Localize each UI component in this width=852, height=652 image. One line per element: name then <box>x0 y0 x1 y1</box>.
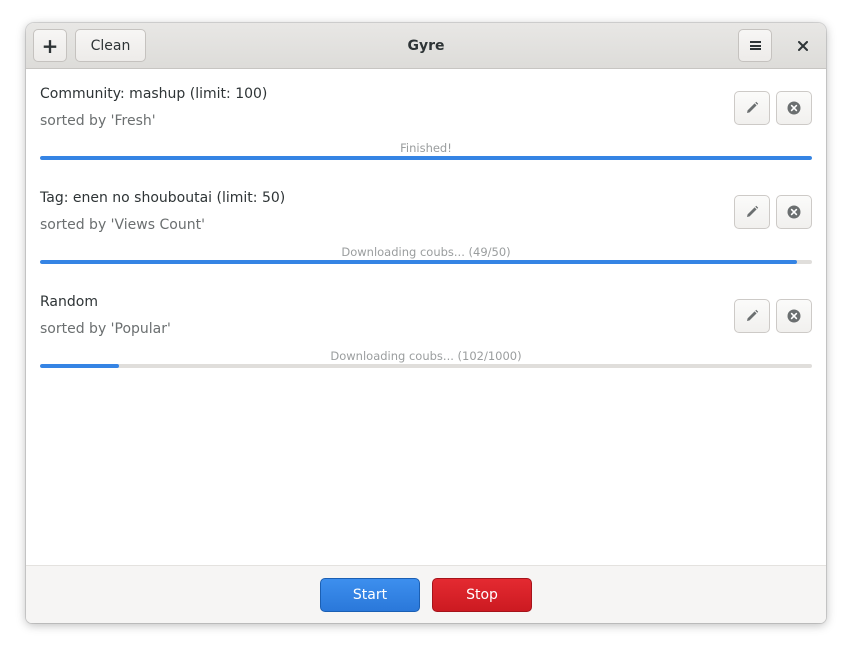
task-title: Tag: enen no shouboutai (limit: 50) <box>40 190 286 206</box>
pencil-icon <box>747 205 759 217</box>
edit-button[interactable] <box>734 91 770 125</box>
remove-button[interactable] <box>776 91 812 125</box>
task-progress-fill <box>40 260 797 264</box>
task-progress-bar <box>40 156 812 160</box>
action-bar: Start Stop <box>26 565 826 623</box>
task-progress-bar <box>40 364 812 368</box>
edit-button[interactable] <box>734 195 770 229</box>
task-item: Community: mashup (limit: 100) sorted by… <box>40 69 812 173</box>
stop-button[interactable]: Stop <box>432 578 532 612</box>
task-item: Tag: enen no shouboutai (limit: 50) sort… <box>40 173 812 277</box>
remove-circle-icon <box>787 205 801 219</box>
task-progress-bar <box>40 260 812 264</box>
task-progress-fill <box>40 364 119 368</box>
edit-button[interactable] <box>734 299 770 333</box>
pencil-icon <box>747 101 759 113</box>
pencil-icon <box>747 309 759 321</box>
start-button[interactable]: Start <box>320 578 420 612</box>
task-status: Downloading coubs... (49/50) <box>341 245 511 259</box>
close-icon <box>798 40 808 51</box>
task-list: Community: mashup (limit: 100) sorted by… <box>26 69 826 565</box>
hamburger-menu-icon <box>749 41 761 50</box>
remove-circle-icon <box>787 101 801 115</box>
window-title: Gyre <box>407 38 445 54</box>
task-title: Community: mashup (limit: 100) <box>40 86 268 102</box>
task-sort: sorted by 'Popular' <box>40 321 171 337</box>
remove-button[interactable] <box>776 299 812 333</box>
task-status: Downloading coubs... (102/1000) <box>330 349 522 363</box>
app-window: + Clean Gyre Community: mashup (limit: 1… <box>26 23 826 623</box>
remove-button[interactable] <box>776 195 812 229</box>
header-bar: + Clean Gyre <box>26 23 826 69</box>
task-status: Finished! <box>400 141 452 155</box>
task-sort: sorted by 'Views Count' <box>40 217 205 233</box>
task-progress-fill <box>40 156 812 160</box>
clean-button[interactable]: Clean <box>75 29 146 62</box>
menu-button[interactable] <box>738 29 772 62</box>
remove-circle-icon <box>787 309 801 323</box>
task-item: Random sorted by 'Popular' Downloading c… <box>40 277 812 381</box>
task-sort: sorted by 'Fresh' <box>40 113 156 129</box>
task-title: Random <box>40 294 98 310</box>
close-button[interactable] <box>790 29 816 62</box>
add-button[interactable]: + <box>33 29 67 62</box>
